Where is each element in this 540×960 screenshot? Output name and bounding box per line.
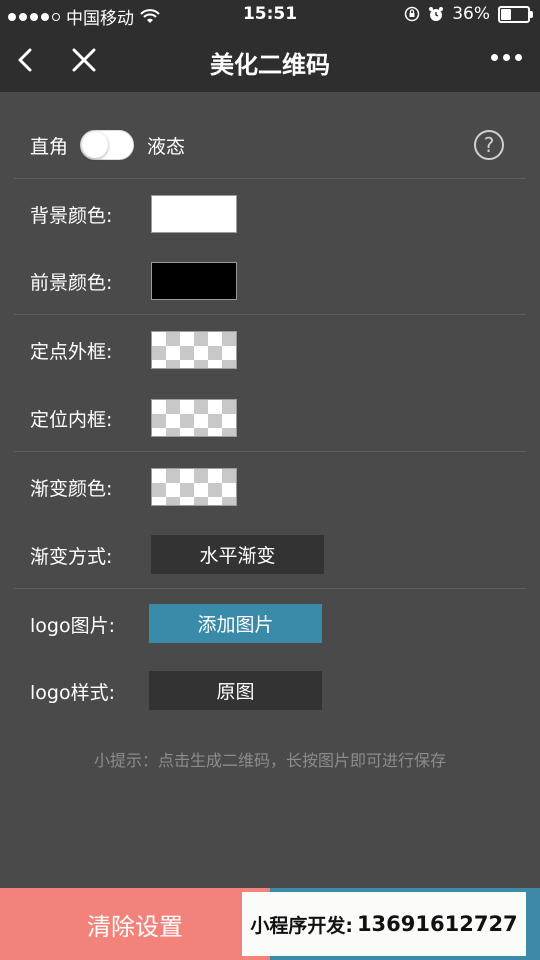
divider: [14, 451, 526, 452]
logo-image-row: logo图片: 添加图片: [0, 604, 540, 644]
promo-label: 小程序开发:: [250, 914, 353, 937]
help-icon[interactable]: ?: [474, 130, 504, 160]
position-outer-label: 定点外框:: [30, 340, 113, 363]
divider: [14, 178, 526, 179]
position-inner-swatch[interactable]: [151, 399, 237, 437]
promo-banner: 小程序开发: 13691612727: [242, 892, 526, 956]
logo-image-label: logo图片:: [30, 614, 115, 637]
gradient-mode-label: 渐变方式:: [30, 545, 113, 568]
logo-style-label: logo样式:: [30, 681, 115, 704]
clear-settings-button[interactable]: 清除设置: [0, 888, 270, 960]
position-inner-row: 定位内框:: [0, 398, 540, 438]
mode-row: 直角 液态 ?: [0, 125, 540, 165]
divider: [14, 588, 526, 589]
alarm-icon: [429, 7, 444, 21]
logo-style-row: logo样式: 原图: [0, 671, 540, 711]
page-title: 美化二维码: [210, 51, 330, 79]
status-bar: 中国移动 15:51 36%: [0, 0, 540, 30]
position-outer-row: 定点外框:: [0, 330, 540, 370]
logo-style-select[interactable]: 原图: [149, 671, 322, 710]
nav-bar: 美化二维码: [0, 30, 540, 92]
gradient-color-row: 渐变颜色:: [0, 467, 540, 507]
fg-color-row: 前景颜色:: [0, 261, 540, 301]
battery-percent: 36%: [452, 4, 490, 24]
position-outer-swatch[interactable]: [151, 331, 237, 369]
more-icon[interactable]: [491, 54, 522, 61]
bg-color-row: 背景颜色:: [0, 194, 540, 234]
gradient-mode-select[interactable]: 水平渐变: [151, 535, 324, 574]
fg-color-swatch[interactable]: [151, 262, 237, 300]
mode-right-label: 液态: [147, 135, 186, 158]
fg-color-label: 前景颜色:: [30, 271, 113, 294]
promo-number: 13691612727: [356, 912, 518, 936]
gradient-mode-row: 渐变方式: 水平渐变: [0, 535, 540, 575]
gradient-color-label: 渐变颜色:: [30, 477, 113, 500]
mode-left-label: 直角: [30, 135, 69, 158]
gradient-color-swatch[interactable]: [151, 468, 237, 506]
rotation-lock-icon: [404, 6, 420, 22]
status-right: 36%: [404, 4, 533, 24]
toggle-knob: [82, 132, 108, 158]
bg-color-label: 背景颜色:: [30, 204, 113, 227]
bg-color-swatch[interactable]: [151, 195, 237, 233]
add-image-button[interactable]: 添加图片: [149, 604, 322, 643]
divider: [14, 314, 526, 315]
position-inner-label: 定位内框:: [30, 408, 113, 431]
tip-text: 小提示：点击生成二维码，长按图片即可进行保存: [93, 751, 446, 770]
mode-toggle[interactable]: [80, 130, 134, 160]
battery-icon: [498, 5, 533, 23]
